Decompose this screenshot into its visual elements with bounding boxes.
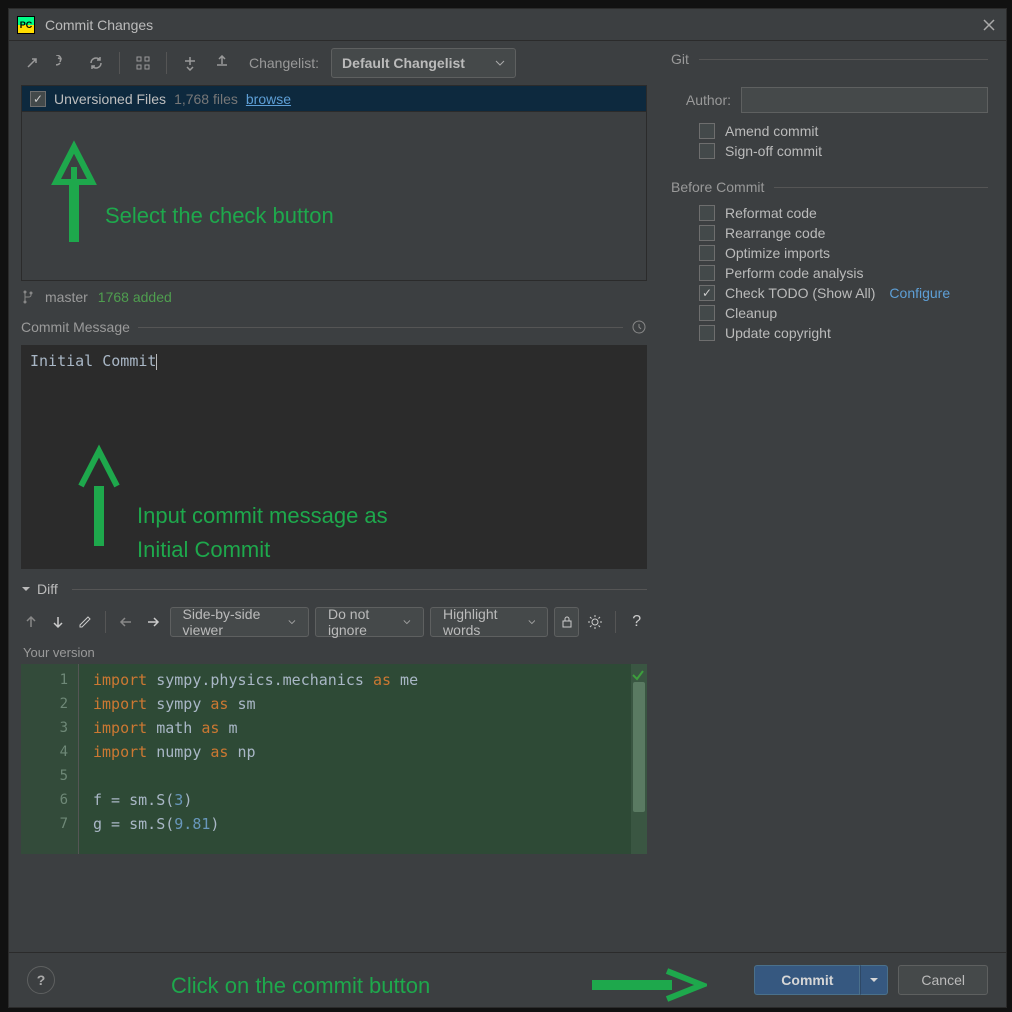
chevron-down-icon [495, 58, 505, 68]
next-file-icon[interactable] [143, 609, 164, 635]
code-body: import sympy.physics.mechanics as meimpo… [79, 664, 631, 854]
branch-name: master [45, 289, 88, 305]
cleanup-check[interactable]: Cleanup [699, 305, 988, 321]
help-icon[interactable]: ? [626, 609, 647, 635]
cleanup-checkbox[interactable] [699, 305, 715, 321]
commit-button[interactable]: Commit [754, 965, 860, 995]
edit-icon[interactable] [75, 609, 96, 635]
changelist-dropdown[interactable]: Default Changelist [331, 48, 516, 78]
chevron-down-icon [288, 617, 296, 627]
todo-check[interactable]: Check TODO (Show All) Configure [699, 285, 988, 301]
analysis-check[interactable]: Perform code analysis [699, 265, 988, 281]
commit-dropdown-button[interactable] [860, 965, 888, 995]
prev-file-icon[interactable] [116, 609, 137, 635]
optimize-check[interactable]: Optimize imports [699, 245, 988, 261]
lock-icon[interactable] [554, 607, 578, 637]
commit-message-header: Commit Message [9, 313, 659, 341]
git-section-title: Git [671, 51, 988, 67]
group-by-icon[interactable] [130, 50, 156, 76]
help-button[interactable]: ? [27, 966, 55, 994]
branch-row: master 1768 added [9, 281, 659, 313]
unversioned-files-label: Unversioned Files [54, 91, 166, 107]
reformat-check[interactable]: Reformat code [699, 205, 988, 221]
commit-button-group: Commit [754, 965, 888, 995]
scrollbar-thumb[interactable] [633, 682, 645, 812]
cancel-button[interactable]: Cancel [898, 965, 988, 995]
expand-all-icon[interactable] [177, 50, 203, 76]
chevron-down-icon [403, 617, 411, 627]
button-bar: ? Commit Cancel [9, 952, 1006, 1007]
author-input[interactable] [741, 87, 988, 113]
before-commit-header: Before Commit [671, 179, 988, 195]
line-gutter: 1234567 [21, 664, 79, 854]
added-count: 1768 added [98, 289, 172, 305]
diff-editor[interactable]: 1234567 import sympy.physics.mechanics a… [21, 664, 647, 854]
copyright-checkbox[interactable] [699, 325, 715, 341]
copyright-check[interactable]: Update copyright [699, 325, 988, 341]
diff-section-header[interactable]: Diff [9, 573, 659, 601]
show-diff-icon[interactable] [19, 50, 45, 76]
optimize-checkbox[interactable] [699, 245, 715, 261]
collapse-all-icon[interactable] [209, 50, 235, 76]
vertical-scrollbar[interactable] [631, 664, 647, 854]
branch-icon [21, 290, 35, 304]
rearrange-checkbox[interactable] [699, 225, 715, 241]
refresh-icon[interactable] [83, 50, 109, 76]
viewer-mode-dropdown[interactable]: Side-by-side viewer [170, 607, 309, 637]
commit-message-input[interactable]: Initial Commit [21, 345, 647, 569]
author-label: Author: [671, 92, 731, 108]
amend-commit-check[interactable]: Amend commit [699, 123, 988, 139]
gear-icon[interactable] [585, 609, 606, 635]
unversioned-files-checkbox[interactable] [30, 91, 46, 107]
analysis-checkbox[interactable] [699, 265, 715, 281]
chevron-down-icon [869, 975, 879, 985]
ok-status-icon [631, 668, 645, 682]
titlebar: PC Commit Changes [9, 9, 1006, 41]
signoff-commit-check[interactable]: Sign-off commit [699, 143, 988, 159]
rearrange-check[interactable]: Rearrange code [699, 225, 988, 241]
next-diff-icon[interactable] [48, 609, 69, 635]
changelist-label: Changelist: [249, 55, 319, 71]
prev-diff-icon[interactable] [21, 609, 42, 635]
history-icon[interactable] [631, 319, 647, 335]
chevron-down-icon [21, 584, 31, 594]
file-list[interactable]: Unversioned Files 1,768 files browse [21, 85, 647, 281]
chevron-down-icon [528, 617, 536, 627]
amend-checkbox[interactable] [699, 123, 715, 139]
revert-icon[interactable] [51, 50, 77, 76]
todo-checkbox[interactable] [699, 285, 715, 301]
commit-toolbar: Changelist: Default Changelist [9, 41, 659, 85]
highlight-mode-dropdown[interactable]: Highlight words [430, 607, 548, 637]
author-row: Author: [671, 87, 988, 113]
unversioned-files-count: 1,768 files [174, 91, 238, 107]
commit-dialog: PC Commit Changes Changelist: Default Ch… [8, 8, 1007, 1008]
pycharm-icon: PC [17, 16, 35, 34]
signoff-checkbox[interactable] [699, 143, 715, 159]
diff-toolbar: Side-by-side viewer Do not ignore Highli… [9, 601, 659, 643]
your-version-label: Your version [9, 643, 659, 662]
window-title: Commit Changes [45, 17, 980, 33]
reformat-checkbox[interactable] [699, 205, 715, 221]
browse-link[interactable]: browse [246, 91, 291, 107]
ignore-mode-dropdown[interactable]: Do not ignore [315, 607, 424, 637]
configure-link[interactable]: Configure [889, 285, 950, 301]
unversioned-files-row[interactable]: Unversioned Files 1,768 files browse [22, 86, 646, 112]
close-button[interactable] [980, 16, 998, 34]
